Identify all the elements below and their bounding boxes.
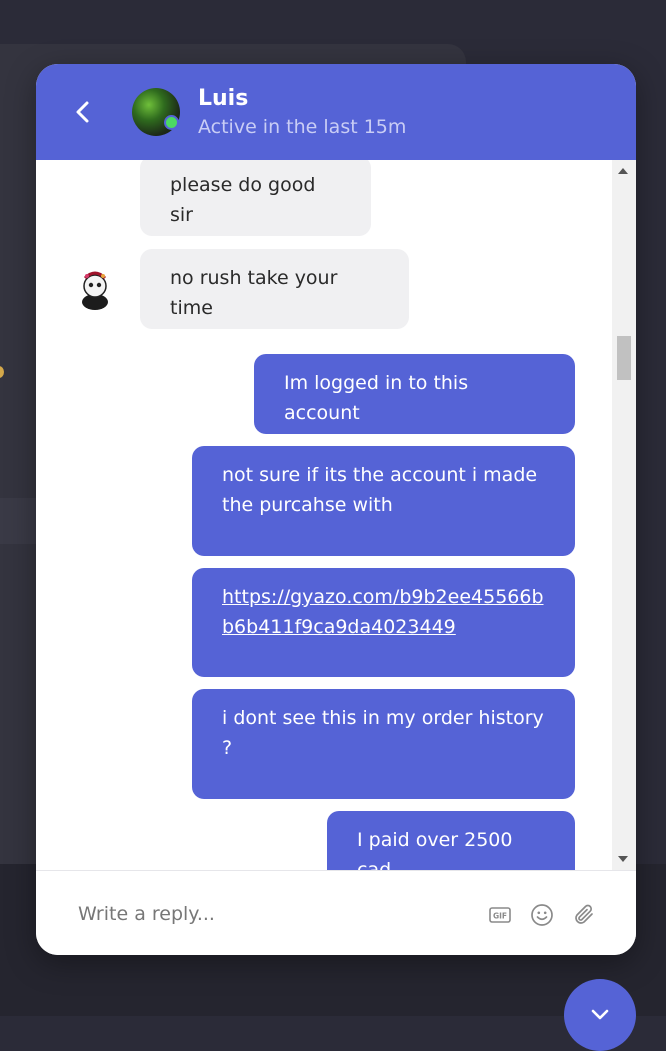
message-outgoing: not sure if its the account i made the p… — [192, 446, 575, 556]
emoji-icon — [531, 904, 553, 926]
paperclip-icon — [575, 904, 593, 924]
message-text: i dont see this in my order history ? — [222, 707, 544, 759]
message-outgoing: i dont see this in my order history ? — [192, 689, 575, 799]
message-text: not sure if its the account i made the p… — [222, 464, 538, 516]
chat-header: Luis Active in the last 15m — [36, 64, 636, 160]
message-text: Im logged in to this account — [284, 372, 469, 424]
message-link[interactable]: https://gyazo.com/b9b2ee45566bb6b411f9ca… — [222, 586, 544, 638]
avatar-icon — [82, 271, 108, 310]
message-text: I paid over 2500 cad — [357, 829, 513, 870]
message-outgoing: Im logged in to this account — [254, 354, 575, 434]
scroll-up-arrow-icon[interactable] — [618, 168, 628, 174]
reply-input[interactable] — [76, 895, 470, 933]
contact-avatar[interactable] — [132, 88, 180, 136]
contact-status: Active in the last 15m — [198, 116, 407, 138]
chevron-down-icon — [591, 1009, 609, 1020]
gif-icon: GIF — [489, 907, 511, 923]
message-incoming: please do good sir — [140, 160, 371, 236]
scroll-down-arrow-icon[interactable] — [618, 856, 628, 862]
message-outgoing: https://gyazo.com/b9b2ee45566bb6b411f9ca… — [192, 568, 575, 677]
scroll-thumb[interactable] — [617, 336, 631, 380]
gif-label: GIF — [493, 912, 507, 921]
chat-window: Luis Active in the last 15m please do go… — [36, 64, 636, 955]
background-strip — [0, 498, 40, 544]
message-scrollbar[interactable] — [612, 160, 636, 870]
online-status-dot — [164, 115, 179, 130]
contact-name: Luis — [198, 86, 249, 111]
message-outgoing: I paid over 2500 cad — [327, 811, 575, 870]
gif-button[interactable]: GIF — [488, 903, 512, 927]
message-list: please do good sir no rush take your tim… — [36, 160, 612, 870]
sender-avatar[interactable] — [74, 268, 116, 310]
message-text: no rush take your time — [170, 267, 338, 319]
message-text: please do good sir — [170, 174, 316, 226]
back-button[interactable] — [66, 94, 102, 130]
attach-button[interactable] — [572, 903, 596, 927]
collapse-chat-button[interactable] — [564, 979, 636, 1051]
chevron-left-icon — [76, 101, 89, 123]
message-incoming: no rush take your time — [140, 249, 409, 329]
reply-composer: GIF — [36, 870, 636, 955]
emoji-button[interactable] — [530, 903, 554, 927]
